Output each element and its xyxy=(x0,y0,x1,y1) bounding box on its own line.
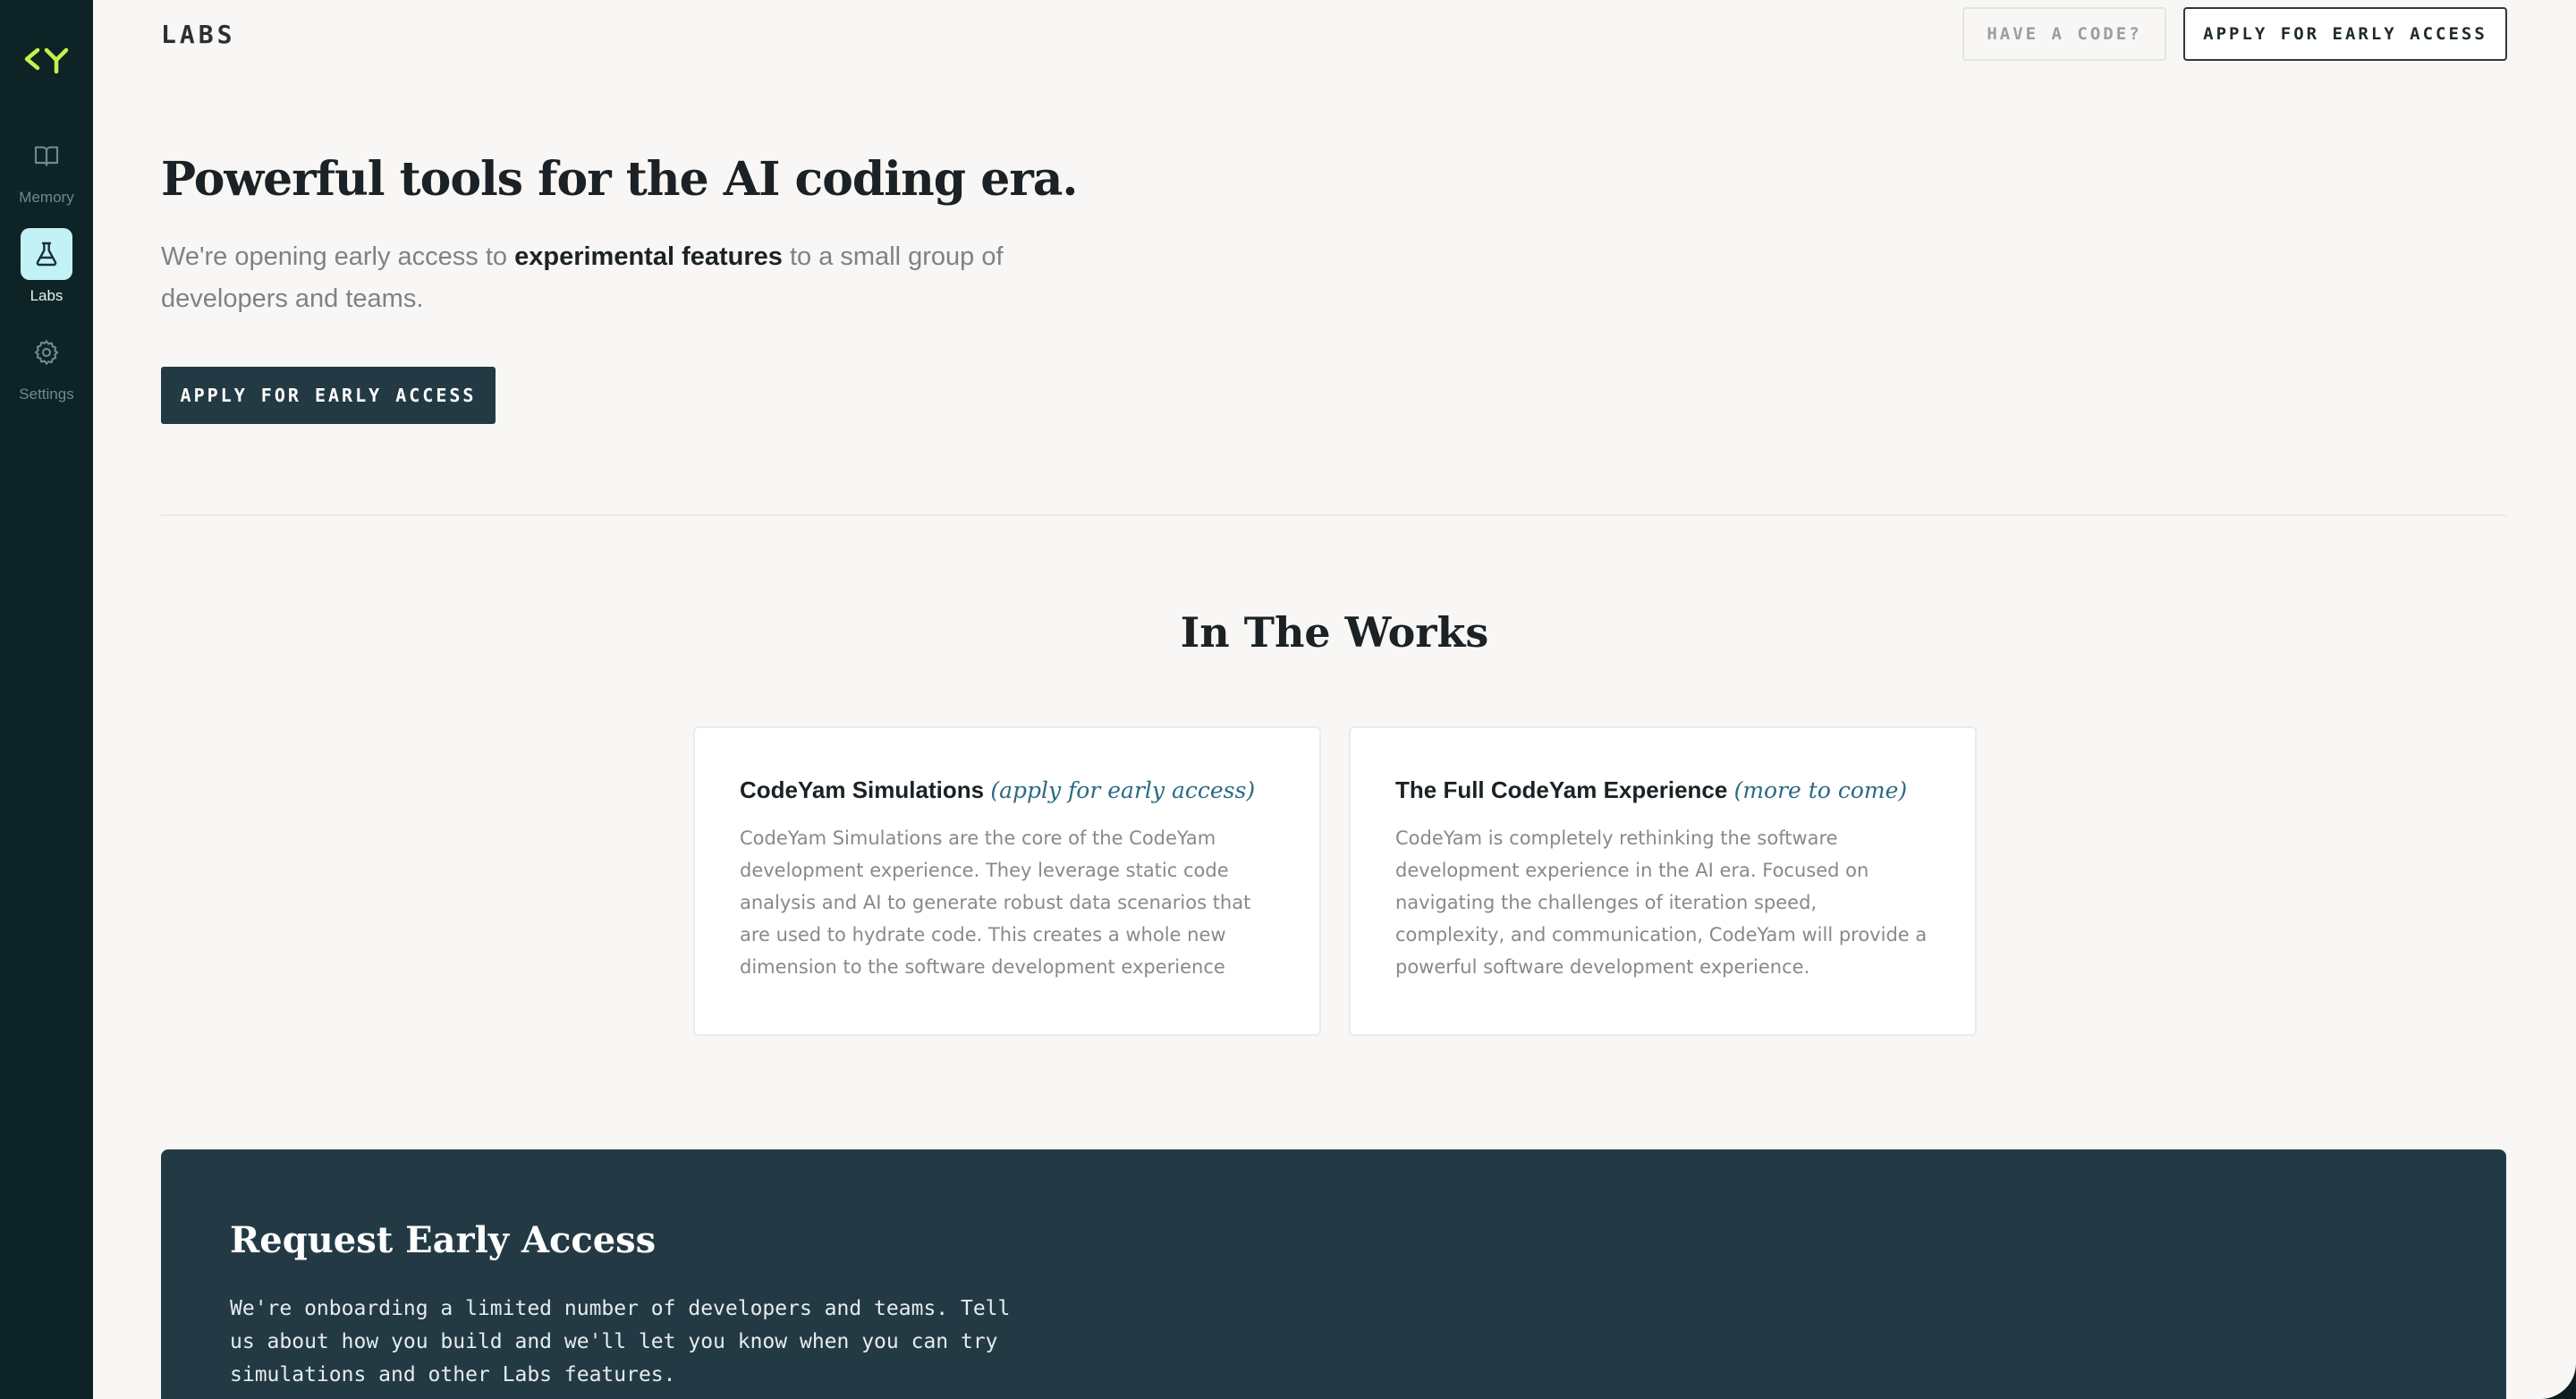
app-window: Memory Labs Settings LABS HAVE A CODE? A… xyxy=(0,0,2576,1399)
page-title: LABS xyxy=(161,20,236,49)
card-codeyam-simulations: CodeYam Simulations (apply for early acc… xyxy=(693,726,1321,1036)
card-full-experience: The Full CodeYam Experience (more to com… xyxy=(1349,726,1977,1036)
section-divider xyxy=(161,514,2506,516)
card-tag: (apply for early access) xyxy=(990,777,1256,803)
sidebar-item-label: Settings xyxy=(19,386,74,403)
sidebar: Memory Labs Settings xyxy=(0,0,93,1399)
sidebar-item-label: Memory xyxy=(19,189,74,206)
apply-early-access-button[interactable]: APPLY FOR EARLY ACCESS xyxy=(161,367,496,424)
card-tag: (more to come) xyxy=(1733,777,1908,803)
hero-subtitle: We're opening early access to experiment… xyxy=(161,236,1020,320)
request-early-access-panel: Request Early Access We're onboarding a … xyxy=(161,1149,2506,1399)
have-a-code-button[interactable]: HAVE A CODE? xyxy=(1962,7,2166,61)
card-title: The Full CodeYam Experience (more to com… xyxy=(1395,776,1930,804)
hero-subtitle-bold: experimental features xyxy=(514,242,783,271)
hero-subtitle-pre: We're opening early access to xyxy=(161,242,515,271)
hero-title: Powerful tools for the AI coding era. xyxy=(161,152,1079,207)
apply-early-access-header-button[interactable]: APPLY FOR EARLY ACCESS xyxy=(2183,7,2507,61)
gear-icon xyxy=(21,326,72,378)
sidebar-item-settings[interactable]: Settings xyxy=(0,326,93,403)
sidebar-item-memory[interactable]: Memory xyxy=(0,130,93,207)
codeyam-logo[interactable] xyxy=(23,47,72,75)
flask-icon xyxy=(21,228,72,280)
in-the-works-title: In The Works xyxy=(1180,608,1489,657)
book-icon xyxy=(21,130,72,182)
card-title-text: The Full CodeYam Experience xyxy=(1395,776,1728,803)
card-title: CodeYam Simulations (apply for early acc… xyxy=(740,776,1275,804)
sidebar-item-labs[interactable]: Labs xyxy=(0,228,93,305)
card-body: CodeYam Simulations are the core of the … xyxy=(740,827,1251,978)
card-title-text: CodeYam Simulations xyxy=(740,776,985,803)
card-body: CodeYam is completely rethinking the sof… xyxy=(1395,827,1928,978)
request-body: We're onboarding a limited number of dev… xyxy=(230,1297,1011,1386)
request-title: Request Early Access xyxy=(230,1219,657,1261)
sidebar-item-label: Labs xyxy=(30,287,64,304)
